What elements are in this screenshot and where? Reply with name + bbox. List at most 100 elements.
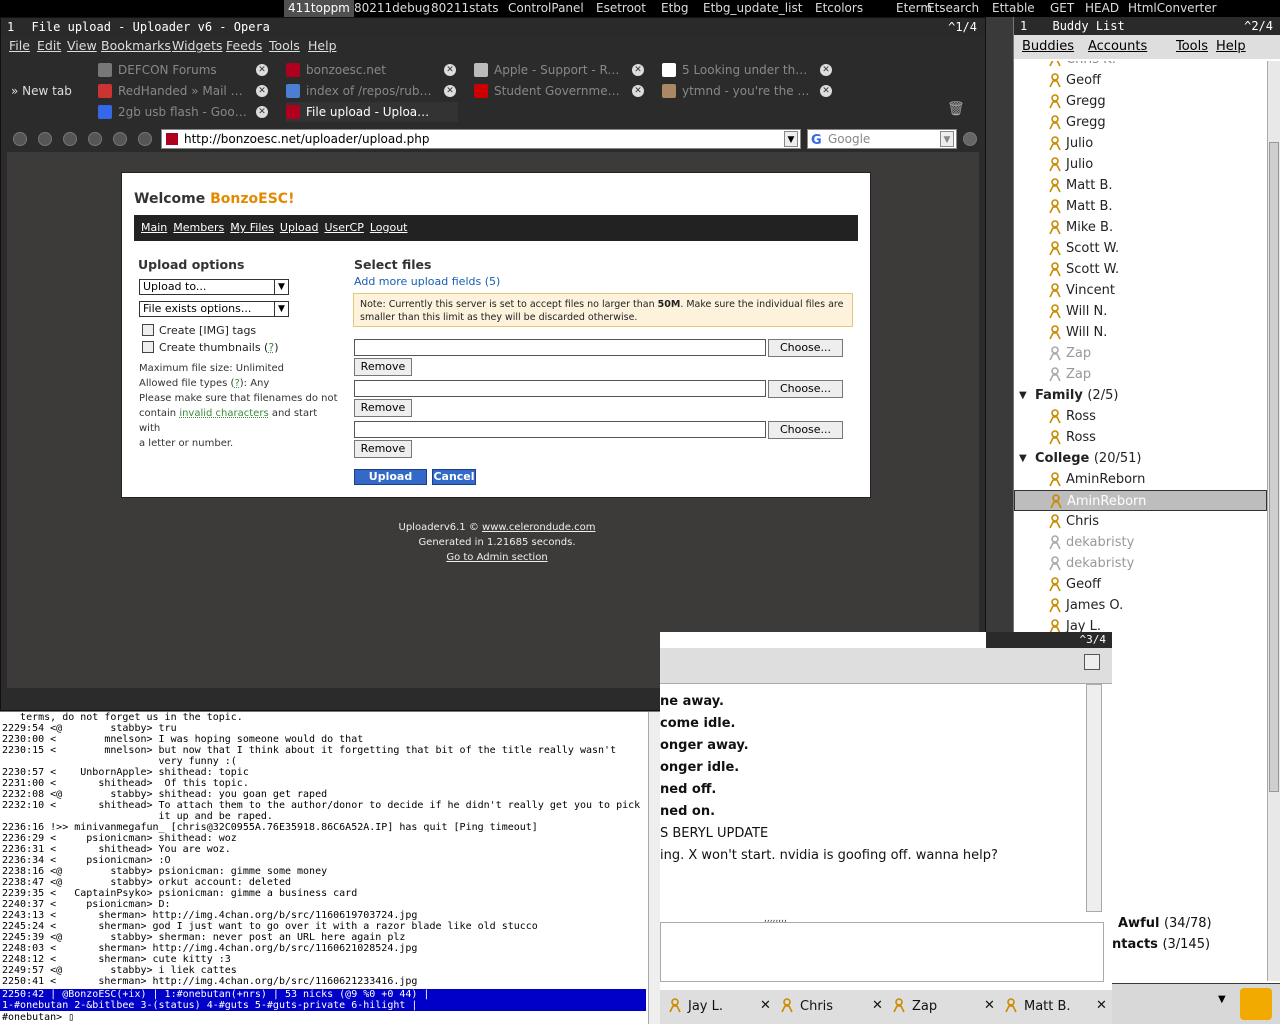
buddy-item[interactable]: Will N.	[1014, 301, 1267, 322]
address-input[interactable]: http://bonzoesc.net/uploader/upload.php …	[161, 129, 801, 149]
close-icon[interactable]: ✕	[632, 64, 644, 76]
settings-icon[interactable]	[1084, 654, 1100, 670]
buddy-item[interactable]: AminReborn	[1014, 469, 1267, 490]
browser-tab[interactable]: Apple - Support - Rep... ✕	[474, 60, 646, 80]
chat-tab[interactable]: Jay L. ✕	[668, 998, 776, 1014]
forward-icon[interactable]	[63, 132, 77, 146]
rewind-icon[interactable]	[38, 132, 52, 146]
buddy-item[interactable]: Julio	[1014, 154, 1267, 175]
reload-icon[interactable]	[113, 132, 127, 146]
home-icon[interactable]	[138, 132, 152, 146]
chat-titlebar[interactable]: ^3/4	[986, 632, 1112, 648]
upload-to-select[interactable]: Upload to... ▼	[139, 279, 289, 295]
group-contacts[interactable]: ntacts (3/145)	[1112, 937, 1210, 952]
taskbar-item[interactable]: 80211debug	[354, 1, 430, 15]
file-input-2[interactable]	[354, 380, 766, 397]
nav-upload[interactable]: Upload	[280, 221, 319, 234]
taskbar-item[interactable]: Etsearch	[927, 1, 979, 15]
expander-icon[interactable]: ▼	[1019, 385, 1027, 406]
choose-button-2[interactable]: Choose...	[768, 380, 843, 398]
choose-button-3[interactable]: Choose...	[768, 421, 843, 439]
remove-button-1[interactable]: Remove	[354, 358, 412, 376]
taskbar-item[interactable]: GET	[1050, 1, 1074, 15]
buddy-item[interactable]: Chris	[1014, 511, 1267, 532]
create-thumbnails-checkbox[interactable]: Create thumbnails (?)	[142, 341, 279, 354]
chat-tab[interactable]: Chris ✕	[780, 998, 888, 1014]
taskbar-item[interactable]: Esetroot	[596, 1, 646, 15]
remove-button-2[interactable]: Remove	[354, 399, 412, 417]
admin-section-link[interactable]: Go to Admin section	[307, 550, 687, 565]
thumbnails-help-link[interactable]: ?	[268, 341, 274, 354]
terminal-scrollbar[interactable]	[648, 712, 660, 1024]
taskbar-item[interactable]: Etcolors	[815, 1, 863, 15]
buddy-item[interactable]: Ross	[1014, 427, 1267, 448]
close-icon[interactable]: ✕	[872, 998, 883, 1013]
taskbar-item[interactable]: HEAD	[1085, 1, 1119, 15]
group-family[interactable]: ▼ Family (2/5)	[1014, 385, 1267, 406]
buddy-item[interactable]: Scott W.	[1014, 238, 1267, 259]
add-more-fields-link[interactable]: Add more upload fields (5)	[354, 275, 500, 288]
browser-tab[interactable]: DEFCON Forums ✕	[98, 60, 270, 80]
invalid-characters-link[interactable]: invalid characters	[179, 408, 268, 419]
buddy-menu-accounts[interactable]: Accounts	[1088, 35, 1147, 59]
cancel-button[interactable]: Cancel	[432, 469, 476, 485]
taskbar-item[interactable]: Etbg	[661, 1, 689, 15]
buddy-item[interactable]: Ross	[1014, 406, 1267, 427]
buddy-item[interactable]: Gregg	[1014, 91, 1267, 112]
chat-scrollbar[interactable]	[1086, 684, 1102, 912]
taskbar-item[interactable]: HtmlConverter	[1128, 1, 1217, 15]
buddy-menu-tools[interactable]: Tools	[1176, 35, 1208, 59]
expander-icon[interactable]: ▼	[1019, 448, 1027, 469]
group-college[interactable]: ▼ College (20/51)	[1014, 448, 1267, 469]
menu-feeds[interactable]: Feeds	[226, 36, 262, 56]
remove-button-3[interactable]: Remove	[354, 440, 412, 458]
close-icon[interactable]: ✕	[984, 998, 995, 1013]
chat-tab[interactable]: Zap ✕	[892, 998, 1000, 1014]
buddy-menu-help[interactable]: Help	[1216, 35, 1246, 59]
nav-main[interactable]: Main	[141, 221, 167, 234]
chevron-down-icon[interactable]: ▼	[940, 131, 954, 147]
close-icon[interactable]: ✕	[632, 85, 644, 97]
trash-icon[interactable]: 🗑	[947, 101, 965, 117]
menu-help[interactable]: Help	[308, 36, 337, 56]
chevron-down-icon[interactable]: ▼	[784, 131, 798, 147]
browser-tab[interactable]: 2gb usb flash - Googl... ✕	[98, 102, 270, 122]
close-icon[interactable]: ✕	[820, 64, 832, 76]
menu-widgets[interactable]: Widgets	[172, 36, 223, 56]
buddy-item[interactable]: Julio	[1014, 133, 1267, 154]
irc-input[interactable]: #onebutan> ▯	[2, 1012, 74, 1023]
close-icon[interactable]: ✕	[820, 85, 832, 97]
buddy-item[interactable]: Matt B.	[1014, 196, 1267, 217]
browser-tab[interactable]: RedHanded » Mail Pl... ✕	[98, 81, 270, 101]
close-icon[interactable]: ✕	[444, 85, 456, 97]
buddy-item[interactable]: Zap	[1014, 364, 1267, 385]
menu-edit[interactable]: Edit	[37, 36, 61, 56]
file-exists-select[interactable]: File exists options... ▼	[139, 301, 289, 317]
buddy-scroll-thumb[interactable]	[1269, 142, 1279, 792]
close-icon[interactable]: ✕	[760, 998, 771, 1013]
menu-tools[interactable]: Tools	[269, 36, 300, 56]
buddy-item[interactable]: Will N.	[1014, 322, 1267, 343]
new-tab-button[interactable]: » New tab	[11, 84, 72, 98]
buddy-item[interactable]: Chris K.	[1014, 61, 1267, 70]
buddy-menu-buddies[interactable]: Buddies	[1022, 35, 1074, 59]
buddy-item[interactable]: James O.	[1014, 595, 1267, 616]
nav-members[interactable]: Members	[173, 221, 224, 234]
taskbar-item[interactable]: Ettable	[992, 1, 1035, 15]
file-types-help-link[interactable]: ?	[234, 378, 239, 389]
fast-forward-icon[interactable]	[88, 132, 102, 146]
pidgin-icon[interactable]	[1240, 988, 1272, 1020]
search-go-icon[interactable]	[963, 132, 977, 146]
chevron-down-icon[interactable]: ▼	[1218, 994, 1226, 1005]
chat-input[interactable]	[660, 922, 1104, 982]
buddy-list-titlebar[interactable]: 1 Buddy List ^2/4	[1014, 17, 1280, 35]
buddy-item[interactable]: Geoff	[1014, 70, 1267, 91]
buddy-item[interactable]: Zap	[1014, 343, 1267, 364]
menu-bookmarks[interactable]: Bookmarks	[101, 36, 171, 56]
file-input-3[interactable]	[354, 421, 766, 438]
buddy-item[interactable]: Mike B.	[1014, 217, 1267, 238]
taskbar-item[interactable]: ControlPanel	[508, 1, 584, 15]
back-icon[interactable]	[13, 132, 27, 146]
close-icon[interactable]: ✕	[256, 85, 268, 97]
browser-tab[interactable]: Student Government-... ✕	[474, 81, 646, 101]
